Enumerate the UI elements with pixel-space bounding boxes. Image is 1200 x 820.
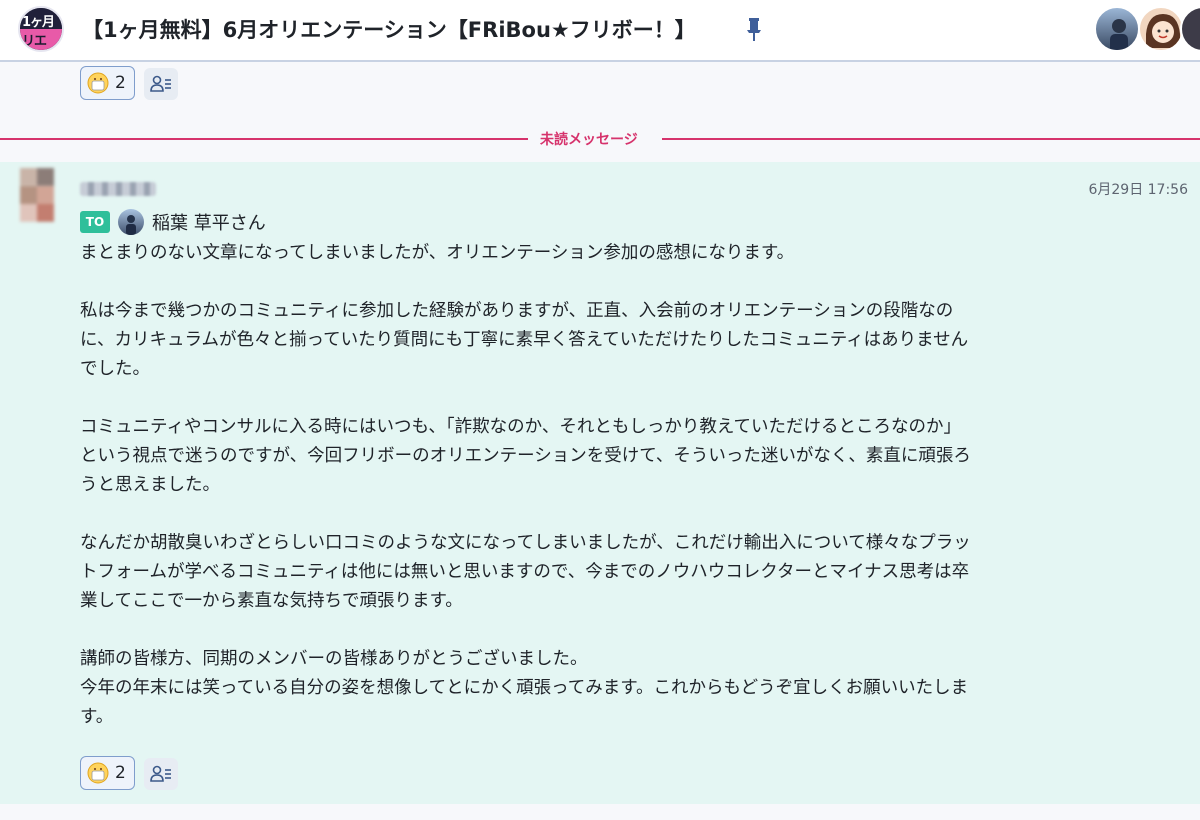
member-avatar[interactable] [1094, 6, 1140, 52]
message-timestamp: 6月29日 17:56 [1088, 182, 1188, 198]
message-line: という視点で迷うのですが、今回フリボーのオリエンテーションを受けて、そういった迷… [80, 446, 971, 466]
reaction-chip[interactable]: 2 [80, 756, 135, 790]
to-name[interactable]: 稲葉 草平さん [152, 209, 266, 235]
reaction-count: 2 [115, 763, 126, 783]
message-line: 業してここで一から素直な気持ちで頑張ります。 [80, 591, 463, 611]
reaction-users-icon [150, 75, 171, 92]
pin-icon[interactable] [744, 16, 764, 42]
sender-avatar[interactable] [20, 168, 54, 222]
to-avatar[interactable] [118, 209, 144, 235]
message-line: まとまりのない文章になってしまいましたが、オリエンテーション参加の感想になります… [80, 243, 795, 263]
reaction-chip[interactable]: 2 [80, 66, 135, 100]
message-line: コミュニティやコンサルに入る時にはいつも、「詐欺なのか、それともしっかり教えてい… [80, 417, 961, 437]
unread-label: 未読メッセージ [540, 132, 638, 148]
sender-name-blurred[interactable] [80, 182, 156, 196]
reaction-emoji-icon [87, 762, 109, 784]
message-line: でした。 [80, 359, 150, 379]
room-title[interactable]: 【1ヶ月無料】6月オリエンテーション【FRiBou★フリボー！】 [82, 14, 696, 44]
reaction-emoji-icon [87, 72, 109, 94]
message-paragraph: 私は今まで幾つかのコミュニティに参加した経験がありますが、正直、入会前のオリエン… [80, 297, 1090, 384]
message-line: す。 [80, 707, 114, 727]
message-line: 今年の年末には笑っている自分の姿を想像してとにかく頑張ってみます。これからもどう… [80, 678, 969, 698]
to-mention: TO 稲葉 草平さん [80, 209, 266, 235]
divider-line [662, 138, 1200, 140]
member-avatar[interactable] [1180, 6, 1200, 52]
room-icon-text: リエ [22, 34, 47, 49]
unread-divider: 未読メッセージ [0, 128, 1200, 148]
message-line: 講師の皆様方、同期のメンバーの皆様ありがとうございました。 [80, 649, 588, 669]
message-line: 私は今まで幾つかのコミュニティに参加した経験がありますが、正直、入会前のオリエン… [80, 301, 954, 321]
reaction-users-button[interactable] [144, 758, 178, 790]
reaction-users-button[interactable] [144, 68, 178, 100]
message-line: トフォームが学べるコミュニティは他には無いと思いますので、今までのノウハウコレク… [80, 562, 970, 582]
message-line: うと思えました。 [80, 475, 220, 495]
message-line: に、カリキュラムが色々と揃っていたり質問にも丁寧に素早く答えていただけたりしたコ… [80, 330, 969, 350]
message-paragraph: なんだか胡散臭いわざとらしい口コミのような文になってしまいましたが、これだけ輸出… [80, 529, 1090, 616]
message-paragraph: まとまりのない文章になってしまいましたが、オリエンテーション参加の感想になります… [80, 239, 1090, 268]
reaction-users-icon [150, 765, 171, 782]
member-avatar[interactable] [1138, 6, 1184, 52]
to-badge: TO [80, 211, 110, 233]
room-icon-text: 1ヶ月 [22, 15, 55, 30]
message-paragraph: 講師の皆様方、同期のメンバーの皆様ありがとうございました。 今年の年末には笑って… [80, 645, 1090, 732]
message-line: なんだか胡散臭いわざとらしい口コミのような文になってしまいましたが、これだけ輸出… [80, 533, 971, 553]
member-avatars[interactable] [1094, 6, 1200, 54]
room-icon[interactable]: 1ヶ月 リエ [18, 6, 64, 52]
message-body: まとまりのない文章になってしまいましたが、オリエンテーション参加の感想になります… [80, 239, 1090, 732]
message-paragraph: コミュニティやコンサルに入る時にはいつも、「詐欺なのか、それともしっかり教えてい… [80, 413, 1090, 500]
reaction-count: 2 [115, 73, 126, 93]
divider-line [0, 138, 528, 140]
message[interactable]: 6月29日 17:56 TO 稲葉 草平さん まとまりのない文章になってしまいま… [0, 162, 1200, 804]
chat-header: 1ヶ月 リエ 【1ヶ月無料】6月オリエンテーション【FRiBou★フリボー！】 [0, 0, 1200, 62]
